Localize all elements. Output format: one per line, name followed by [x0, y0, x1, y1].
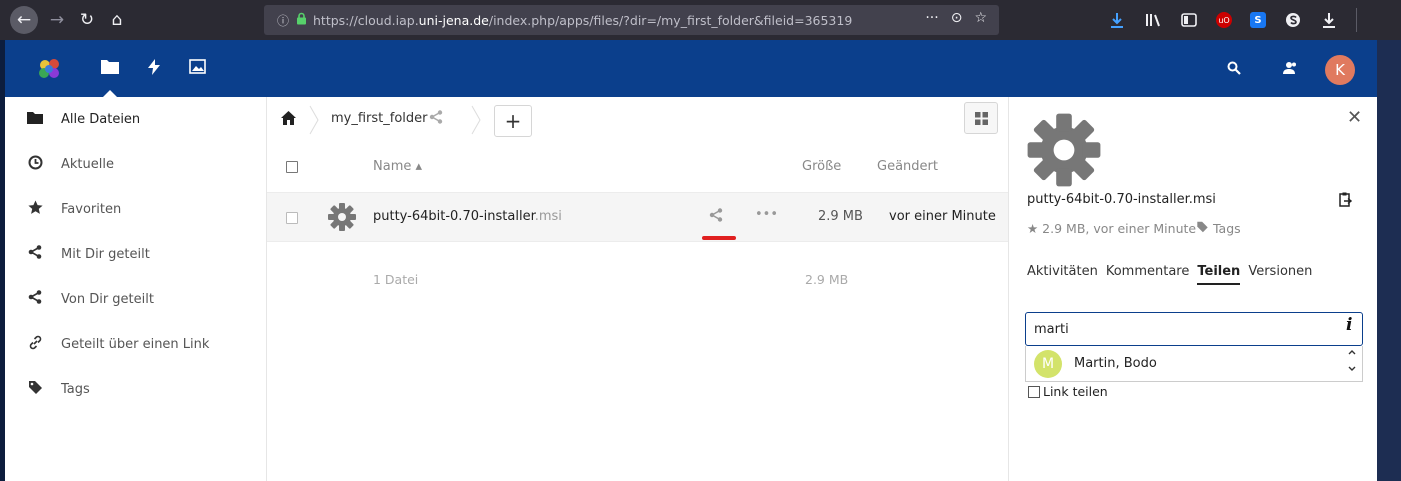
tab-sharing[interactable]: Teilen — [1197, 264, 1241, 285]
sidebar-item-tags[interactable]: Tags — [5, 367, 267, 411]
sync-account-icon[interactable] — [1284, 11, 1302, 29]
sidebar-item-favorites[interactable]: Favoriten — [5, 187, 267, 231]
sidebar-item-label: Von Dir geteilt — [61, 291, 154, 307]
gear-icon — [1027, 113, 1101, 187]
link-share-label[interactable]: Link teilen — [1043, 384, 1108, 399]
extension-s-icon[interactable]: S — [1250, 12, 1266, 28]
link-share-checkbox[interactable] — [1028, 386, 1040, 398]
breadcrumb-separator — [309, 105, 319, 135]
row-checkbox[interactable] — [286, 212, 298, 224]
autocomplete-suggestion[interactable]: M Martin, Bodo — [1025, 346, 1363, 382]
copy-link-icon[interactable] — [1339, 192, 1353, 211]
star-icon — [25, 200, 45, 219]
sidebar-item-shared-by-link[interactable]: Geteilt über einen Link — [5, 322, 267, 366]
contacts-icon[interactable] — [1283, 61, 1298, 79]
forward-arrow-icon[interactable]: → — [44, 7, 70, 33]
url-text[interactable]: https://cloud.iap.uni-jena.de/index.php/… — [313, 13, 852, 28]
browser-extensions: uO S — [1108, 0, 1393, 40]
sidebar-item-shared-with-you[interactable]: Mit Dir geteilt — [5, 232, 267, 276]
suggestion-name[interactable]: Martin, Bodo — [1074, 356, 1157, 371]
sidebar-item-label: Geteilt über einen Link — [61, 336, 210, 352]
sidebar-item-label: Aktuelle — [61, 156, 114, 172]
select-all-checkbox[interactable] — [286, 161, 298, 173]
files-app-icon[interactable] — [101, 59, 119, 79]
avatar: M — [1034, 350, 1062, 378]
pocket-icon[interactable]: ⊙ — [951, 10, 963, 26]
link-icon — [25, 335, 45, 354]
share-icon[interactable] — [429, 110, 443, 128]
ublock-icon[interactable]: uO — [1216, 12, 1232, 28]
back-arrow-icon[interactable]: ← — [10, 6, 38, 34]
details-file-name: putty-64bit-0.70-installer.msi — [1027, 192, 1216, 207]
breadcrumb-home-icon[interactable] — [281, 111, 296, 129]
url-bar[interactable]: ⓘ https://cloud.iap.uni-jena.de/index.ph… — [264, 5, 999, 35]
search-icon[interactable] — [1227, 61, 1241, 79]
folder-icon — [25, 111, 45, 128]
share-highlight-mark — [702, 236, 736, 240]
browser-toolbar-edge — [1377, 0, 1401, 40]
nextcloud-header: K — [5, 40, 1377, 97]
info-icon[interactable]: i — [1346, 315, 1352, 335]
user-avatar[interactable]: K — [1325, 55, 1355, 85]
more-actions-icon[interactable]: ··· — [925, 10, 938, 26]
tab-comments[interactable]: Kommentare — [1106, 264, 1190, 285]
tag-icon — [1197, 221, 1208, 233]
tab-versions[interactable]: Versionen — [1248, 264, 1312, 285]
close-icon[interactable]: ✕ — [1347, 107, 1362, 128]
share-icon — [25, 290, 45, 308]
details-tags-button[interactable]: Tags — [1196, 221, 1241, 236]
reload-icon[interactable]: ↻ — [74, 7, 100, 33]
summary-file-count: 1 Datei — [373, 272, 419, 287]
file-name[interactable]: putty-64bit-0.70-installer.msi — [373, 209, 562, 224]
tab-activities[interactable]: Aktivitäten — [1027, 264, 1098, 285]
file-size: 2.9 MB — [818, 209, 863, 224]
sidebar-item-all-files[interactable]: Alle Dateien — [5, 97, 267, 141]
info-icon[interactable]: ⓘ — [272, 12, 294, 29]
chevron-up-icon[interactable] — [1348, 347, 1356, 358]
share-with-input[interactable]: marti — [1025, 312, 1363, 346]
share-icon — [25, 245, 45, 263]
sidebar-item-shared-by-you[interactable]: Von Dir geteilt — [5, 277, 267, 321]
column-name-header[interactable]: Name ▴ — [373, 159, 422, 174]
chevron-down-icon[interactable] — [1348, 364, 1356, 375]
column-modified-header[interactable]: Geändert — [877, 159, 938, 174]
table-row[interactable]: putty-64bit-0.70-installer.msi ••• 2.9 M… — [267, 192, 1008, 242]
logo-icon[interactable] — [37, 57, 63, 81]
details-tabs: Aktivitäten Kommentare Teilen Versionen — [1027, 264, 1312, 285]
grid-icon — [974, 111, 988, 125]
column-size-header[interactable]: Größe — [802, 159, 841, 174]
new-button[interactable]: + — [494, 105, 532, 137]
gallery-icon[interactable] — [189, 59, 206, 79]
active-app-indicator — [103, 90, 117, 97]
gear-icon — [328, 203, 356, 231]
library-icon[interactable] — [1144, 11, 1162, 29]
breadcrumb-folder[interactable]: my_first_folder — [331, 111, 428, 126]
sidebar-item-label: Mit Dir geteilt — [61, 246, 150, 262]
lock-icon — [296, 12, 307, 29]
sidebar-toggle-icon[interactable] — [1180, 11, 1198, 29]
sidebar-item-label: Tags — [61, 381, 90, 397]
desktop-edge — [1377, 0, 1401, 481]
sidebar-item-label: Favoriten — [61, 201, 122, 217]
sidebar-item-recent[interactable]: Aktuelle — [5, 142, 267, 186]
tag-icon — [25, 380, 45, 399]
clock-icon — [25, 155, 45, 174]
file-modified: vor einer Minute — [889, 209, 996, 224]
toolbar-separator — [1356, 8, 1357, 32]
app-navigation: Alle Dateien Aktuelle Favoriten Mit Dir … — [5, 97, 267, 481]
home-icon[interactable]: ⌂ — [104, 7, 130, 33]
grid-view-toggle[interactable] — [964, 102, 998, 134]
bookmark-star-icon[interactable]: ☆ — [974, 10, 987, 26]
download-icon[interactable] — [1108, 11, 1126, 29]
summary-total-size: 2.9 MB — [805, 272, 849, 287]
more-actions-icon[interactable]: ••• — [755, 207, 778, 222]
sidebar-item-label: Alle Dateien — [61, 111, 141, 127]
breadcrumb-separator — [471, 105, 481, 135]
details-sidebar: ✕ putty-64bit-0.70-installer.msi ★ 2.9 M… — [1008, 97, 1377, 481]
activity-icon[interactable] — [148, 59, 160, 80]
downloads-arrow-icon[interactable] — [1320, 11, 1338, 29]
details-meta: ★ 2.9 MB, vor einer Minute — [1027, 221, 1197, 236]
files-list: my_first_folder + Name ▴ Größe Geändert — [267, 97, 1008, 481]
share-icon[interactable] — [709, 208, 723, 226]
